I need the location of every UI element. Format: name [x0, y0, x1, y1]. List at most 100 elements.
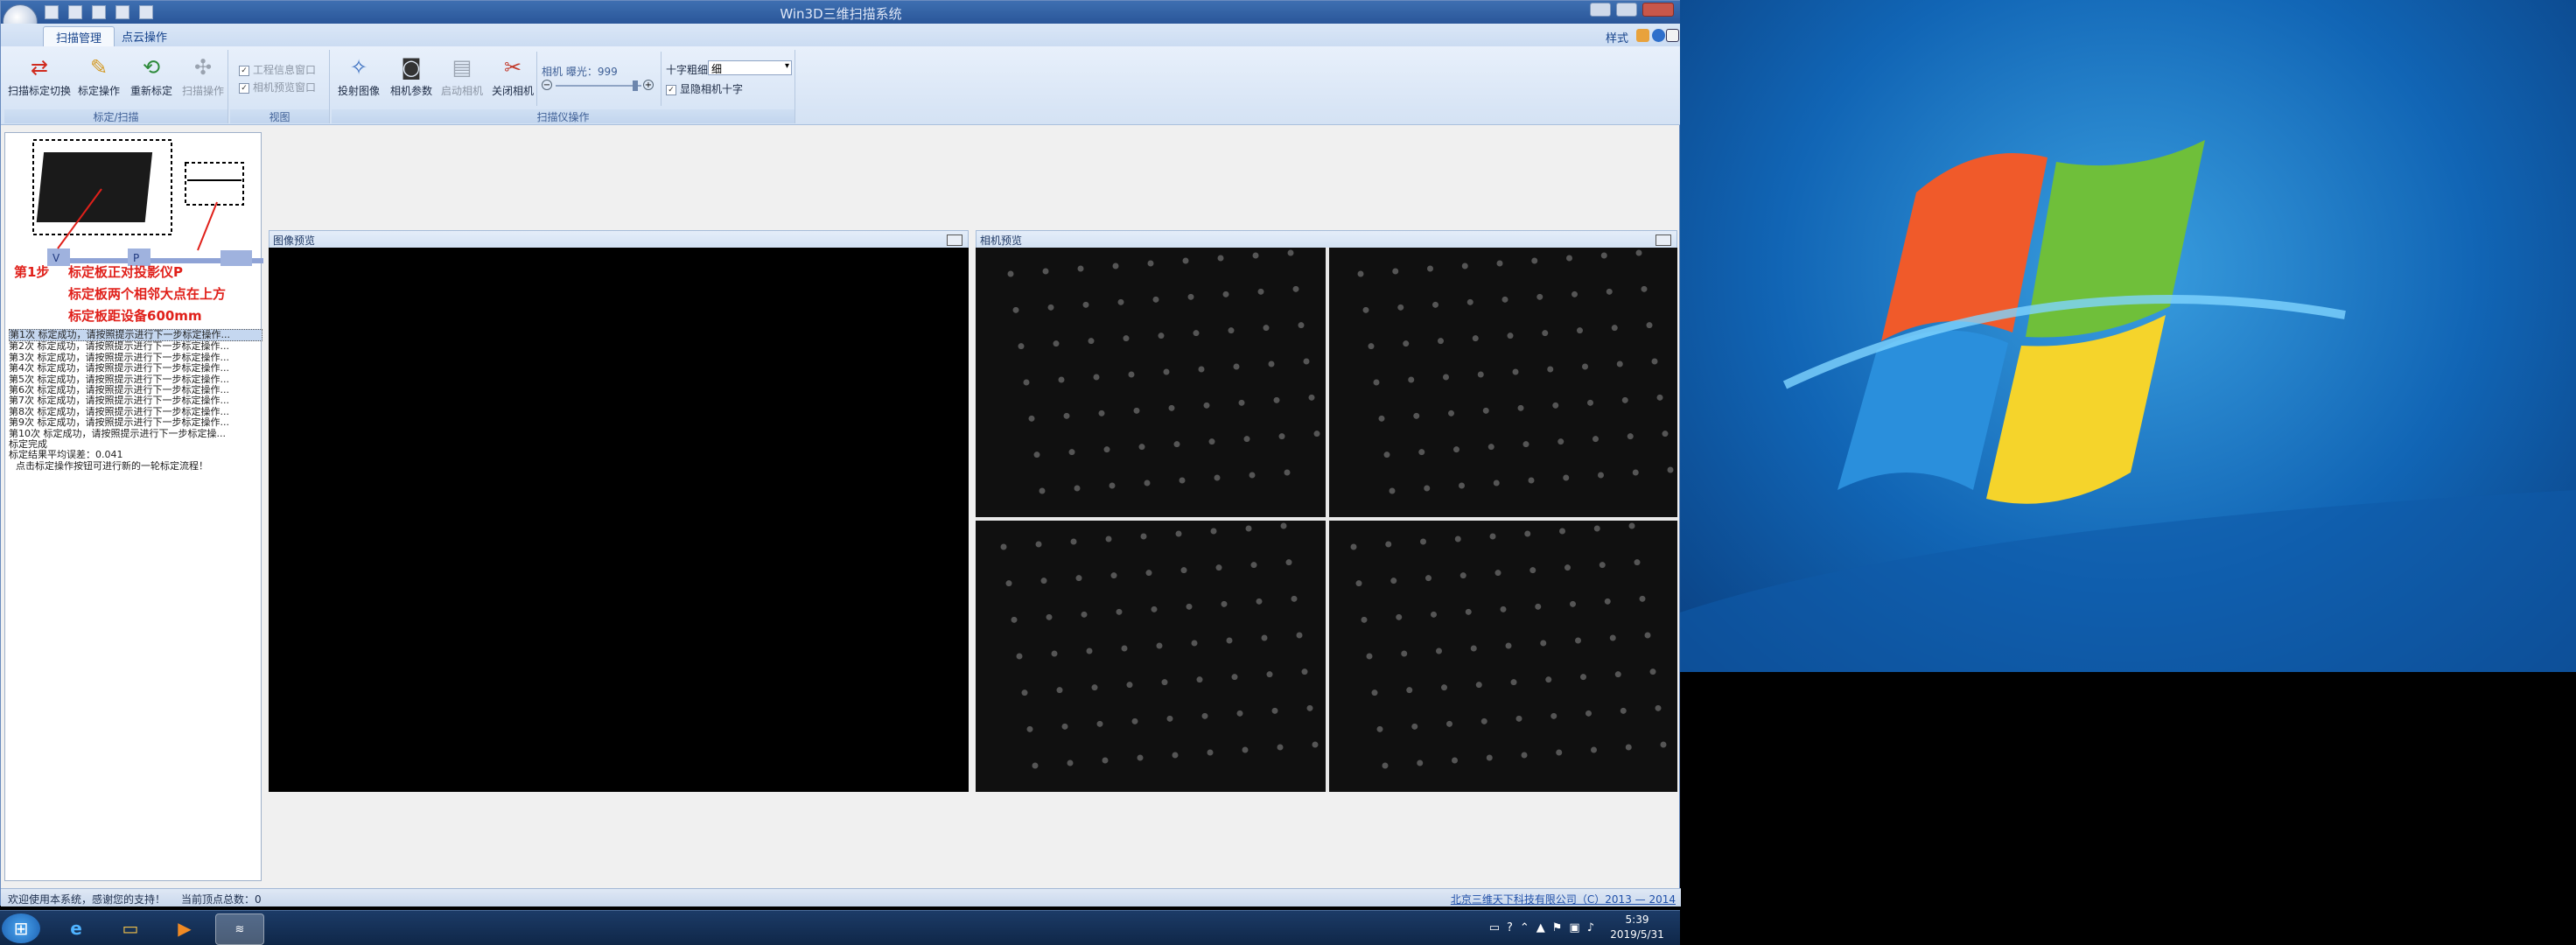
calibration-dot	[1609, 634, 1616, 641]
group-label: 扫描仪操作	[332, 109, 794, 123]
calibration-dot	[1023, 379, 1030, 386]
calibration-dot	[1655, 704, 1662, 711]
log-line[interactable]: 第9次 标定成功，请按照提示进行下一步标定操作...	[9, 417, 262, 428]
switch-scan-calibration-button[interactable]: ⇄ 扫描标定切换	[8, 53, 71, 98]
camera-view-2[interactable]	[1329, 248, 1677, 517]
ribbon-group-calibration: ⇄ 扫描标定切换 ✎ 标定操作 ⟲ 重新标定 ✣ 扫描操作 标定/扫描	[4, 50, 228, 123]
tab-scan-management[interactable]: 扫描管理	[43, 26, 116, 46]
camera-view-1[interactable]	[976, 248, 1326, 517]
start-button[interactable]: ⊞	[2, 914, 40, 943]
calibration-dot	[1221, 600, 1228, 607]
calibration-dot	[1350, 543, 1357, 550]
calibration-dot	[1475, 682, 1482, 689]
win3d-app-taskbar-button[interactable]: ≋	[215, 914, 264, 945]
calibration-dot	[1397, 304, 1404, 311]
calibration-log[interactable]: 第1次 标定成功，请按照提示进行下一步标定操作... 第2次 标定成功，请按照提…	[9, 329, 262, 472]
log-line[interactable]: 标定结果平均误差：0.041	[9, 450, 262, 460]
camera-view-4[interactable]	[1329, 521, 1677, 792]
minimize-button[interactable]	[1590, 3, 1611, 17]
log-line[interactable]: 点击标定操作按钮可进行新的一轮标定流程！	[9, 461, 262, 472]
calibration-dot	[1303, 358, 1310, 365]
calibration-dot	[1061, 723, 1068, 730]
calibration-diagram: V P	[32, 139, 263, 266]
project-info-window-checkbox[interactable]: ✓ 工程信息窗口	[239, 62, 316, 77]
calibration-dot	[1390, 578, 1397, 584]
internet-explorer-icon[interactable]: e	[52, 914, 100, 943]
camera-icon: ◙	[401, 55, 422, 80]
calibration-dot	[1599, 562, 1606, 569]
calibration-dot	[1628, 522, 1635, 529]
recalibrate-button[interactable]: ⟲ 重新标定	[127, 53, 176, 98]
zoom-out-icon[interactable]: −	[542, 80, 552, 90]
calibration-dot	[1570, 600, 1576, 607]
calibration-dot	[1137, 754, 1144, 761]
log-line[interactable]: 第1次 标定成功，请按照提示进行下一步标定操作...	[9, 329, 262, 342]
redo-icon[interactable]	[139, 5, 154, 19]
slider-thumb[interactable]	[633, 80, 638, 91]
hide-crosshair-checkbox[interactable]: ✓ 显隐相机十字	[666, 81, 743, 96]
maximize-pane-icon[interactable]	[1656, 234, 1671, 246]
crosshair-width-select[interactable]: 细 ▾	[708, 60, 792, 75]
windows-logo-wallpaper	[1680, 140, 2576, 672]
log-line[interactable]: 第8次 标定成功，请按照提示进行下一步标定操作...	[9, 407, 262, 417]
copyright-link[interactable]: 北京三维天下科技有限公司（C）2013 — 2014	[1451, 892, 1676, 906]
calibration-dot	[1646, 322, 1653, 329]
log-line[interactable]: 第10次 标定成功，请按照提示进行下一步标定操...	[9, 429, 262, 439]
camera-parameters-button[interactable]: ◙ 相机参数	[388, 53, 435, 98]
calibration-dot	[1545, 676, 1552, 683]
clock[interactable]: 5:39 2019/5/31	[1606, 913, 1668, 942]
save-icon[interactable]	[92, 5, 107, 19]
palette-icon[interactable]	[1636, 29, 1649, 42]
new-file-icon[interactable]	[45, 5, 59, 19]
checkbox-icon: ✓	[239, 82, 249, 94]
calibration-dot	[1486, 754, 1493, 761]
calibration-dot	[1401, 650, 1408, 657]
calibration-dot	[1313, 430, 1320, 438]
log-line[interactable]: 第3次 标定成功，请按照提示进行下一步标定操作...	[9, 353, 262, 363]
log-line[interactable]: 第5次 标定成功，请按照提示进行下一步标定操作...	[9, 374, 262, 385]
calibration-dot	[1611, 325, 1618, 332]
calibration-dot	[1123, 335, 1130, 342]
project-image-button[interactable]: ✧ 投射图像	[337, 53, 381, 98]
image-preview-canvas[interactable]	[269, 248, 969, 792]
calibration-dot	[1308, 394, 1315, 401]
file-explorer-icon[interactable]: ▭	[107, 914, 154, 943]
system-tray[interactable]: ▭?⌃▲⚑▣♪	[1489, 921, 1601, 934]
log-line[interactable]: 标定完成	[9, 439, 262, 450]
log-line[interactable]: 第6次 标定成功，请按照提示进行下一步标定操作...	[9, 385, 262, 396]
start-camera-button[interactable]: ▤ 启动相机	[438, 53, 486, 98]
log-line[interactable]: 第7次 标定成功，请按照提示进行下一步标定操作...	[9, 396, 262, 406]
camera-preview-grid	[976, 248, 1677, 792]
camera-preview-window-checkbox[interactable]: ✓ 相机预览窗口	[239, 80, 316, 94]
calibration-dot	[1007, 270, 1014, 277]
calibration-dot	[1046, 613, 1053, 620]
calibration-dot	[1420, 538, 1426, 545]
undo-icon[interactable]	[116, 5, 130, 19]
calibration-dot	[1625, 744, 1632, 751]
calibration-dot	[1214, 474, 1221, 481]
tab-point-cloud[interactable]: 点云操作	[109, 26, 179, 46]
zoom-in-icon[interactable]: +	[643, 80, 654, 90]
scan-button[interactable]: ✣ 扫描操作	[179, 53, 227, 98]
help-icon[interactable]	[1652, 29, 1665, 42]
close-button[interactable]	[1642, 3, 1674, 17]
calibration-button[interactable]: ✎ 标定操作	[76, 53, 122, 98]
calibration-dot	[1606, 288, 1613, 295]
maximize-pane-icon[interactable]	[947, 234, 962, 246]
style-menu[interactable]: 样式	[1606, 29, 1628, 46]
info-icon[interactable]	[1666, 29, 1679, 42]
camera-view-3[interactable]	[976, 521, 1326, 792]
calibration-dot	[1112, 262, 1119, 270]
calibration-dot	[1278, 433, 1285, 440]
log-line[interactable]: 第2次 标定成功，请按照提示进行下一步标定操作...	[9, 341, 262, 352]
maximize-button[interactable]	[1616, 3, 1637, 17]
calibration-dot	[1093, 374, 1100, 381]
calibration-dot	[1070, 538, 1077, 545]
log-line[interactable]: 第4次 标定成功，请按照提示进行下一步标定操作...	[9, 363, 262, 374]
crosshair-width-label: 十字粗细	[666, 64, 709, 76]
checkbox-label: 工程信息窗口	[253, 64, 317, 76]
close-camera-button[interactable]: ✂ 关闭相机	[489, 53, 536, 98]
exposure-slider[interactable]: − +	[542, 80, 655, 92]
media-player-icon[interactable]: ▶	[161, 914, 208, 943]
open-folder-icon[interactable]	[68, 5, 83, 19]
